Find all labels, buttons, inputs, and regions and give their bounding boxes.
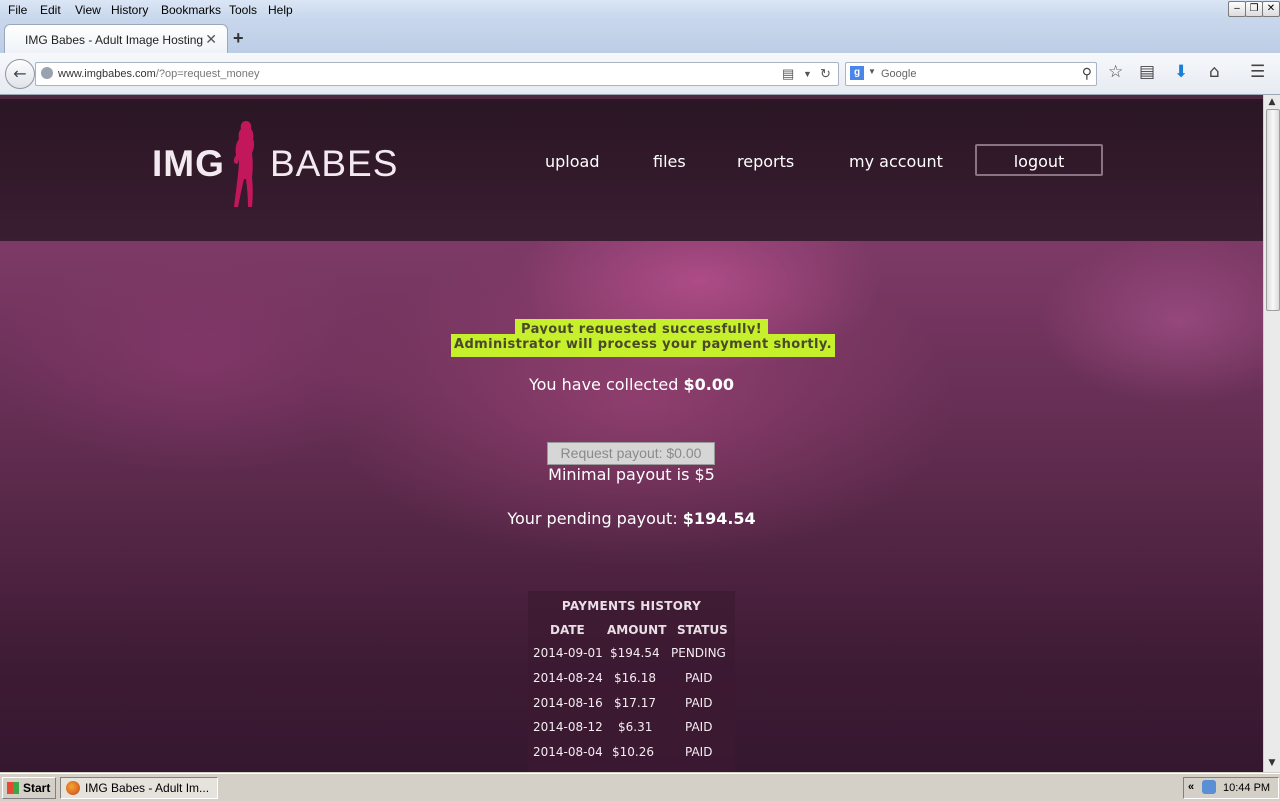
clock: 10:44 PM: [1223, 782, 1271, 794]
search-placeholder: Google: [881, 68, 917, 80]
table-row-date: 2014-08-16: [533, 696, 603, 710]
scroll-up-icon[interactable]: ▲: [1266, 96, 1278, 108]
payments-history-title: PAYMENTS HISTORY: [561, 599, 702, 613]
nav-my-account[interactable]: my account: [849, 152, 943, 171]
minimize-icon[interactable]: –: [1228, 1, 1246, 17]
tab-title: IMG Babes - Adult Image Hosting: [25, 33, 204, 47]
restore-icon[interactable]: ❐: [1245, 1, 1263, 17]
url-bar[interactable]: www.imgbabes.com/?op=request_money ▤ ▼ ↻: [35, 62, 839, 86]
table-row-date: 2014-08-24: [533, 671, 603, 685]
menu-history[interactable]: History: [111, 3, 148, 17]
table-row-status: PENDING: [671, 646, 726, 660]
new-tab-icon[interactable]: +: [233, 28, 244, 49]
table-row-amount: $6.31: [618, 720, 653, 734]
site-header: IMG BABES upload files reports my accoun…: [0, 95, 1263, 245]
downloads-icon[interactable]: ⬇: [1174, 62, 1188, 82]
start-label: Start: [23, 781, 51, 795]
nav-reports[interactable]: reports: [737, 152, 794, 171]
close-window-icon[interactable]: ✕: [1262, 1, 1280, 17]
search-bar[interactable]: g ▼ Google ⚲: [845, 62, 1097, 86]
logo-text-babes: BABES: [270, 143, 399, 184]
bookmarks-list-icon[interactable]: ▤: [1139, 62, 1155, 82]
search-engine-dropdown-icon[interactable]: ▼: [868, 67, 876, 76]
table-row-amount: $17.17: [614, 696, 656, 710]
success-message-line2: Administrator will process your payment …: [451, 334, 835, 357]
taskbar-item-label: IMG Babes - Adult Im...: [85, 781, 210, 795]
taskbar: Start IMG Babes - Adult Im... « 10:44 PM: [0, 773, 1280, 801]
network-icon[interactable]: [1202, 780, 1216, 794]
nav-files[interactable]: files: [653, 152, 686, 171]
logout-button[interactable]: logout: [975, 144, 1103, 176]
logo-text-img: IMG: [152, 143, 225, 184]
web-page: IMG BABES upload files reports my accoun…: [0, 95, 1263, 772]
menu-edit[interactable]: Edit: [40, 3, 61, 17]
payments-history-table: PAYMENTS HISTORY DATE AMOUNT STATUS 2014…: [528, 591, 735, 772]
scrollbar-thumb[interactable]: [1266, 109, 1280, 311]
home-icon[interactable]: ⌂: [1209, 62, 1220, 82]
browser-tab[interactable]: IMG Babes - Adult Image Hosting ✕: [4, 24, 228, 54]
menu-view[interactable]: View: [75, 3, 101, 17]
menu-file[interactable]: File: [8, 3, 27, 17]
navigation-toolbar: ← www.imgbabes.com/?op=request_money ▤ ▼…: [0, 53, 1280, 95]
table-row-status: PAID: [685, 720, 713, 734]
collected-label: You have collected: [528, 375, 684, 394]
table-row-status: PAID: [685, 671, 713, 685]
logout-label: logout: [1013, 152, 1065, 171]
history-dropdown-icon[interactable]: ▼: [803, 69, 812, 79]
globe-icon: [41, 67, 53, 79]
reload-icon[interactable]: ↻: [820, 66, 831, 82]
payout-content: Payout requested successfully! Administr…: [0, 241, 1263, 772]
collected-amount: $0.00: [683, 375, 735, 394]
request-payout-button[interactable]: Request payout: $0.00: [547, 442, 715, 465]
site-logo[interactable]: IMG BABES: [152, 119, 397, 209]
back-icon[interactable]: ←: [5, 59, 35, 89]
column-header-date: DATE: [550, 623, 585, 637]
taskbar-item-firefox[interactable]: IMG Babes - Adult Im...: [60, 777, 218, 799]
search-icon[interactable]: ⚲: [1082, 65, 1092, 82]
start-button[interactable]: Start: [2, 777, 56, 799]
tab-close-icon[interactable]: ✕: [205, 31, 217, 48]
pending-amount: $194.54: [682, 509, 756, 528]
menu-tools[interactable]: Tools: [229, 3, 257, 17]
tab-strip: IMG Babes - Adult Image Hosting ✕: [0, 20, 1280, 54]
table-row-amount: $10.26: [612, 745, 654, 759]
scroll-down-icon[interactable]: ▼: [1266, 757, 1278, 769]
table-row-status: PAID: [685, 745, 713, 759]
pending-line: Your pending payout: $194.54: [0, 509, 1263, 528]
collected-line: You have collected $0.00: [0, 375, 1263, 394]
column-header-amount: AMOUNT: [607, 623, 667, 637]
nav-upload[interactable]: upload: [545, 152, 600, 171]
silhouette-logo-icon: [233, 121, 255, 207]
menu-help[interactable]: Help: [268, 3, 293, 17]
bookmark-star-icon[interactable]: ☆: [1108, 62, 1123, 82]
tray-expand-icon[interactable]: «: [1188, 781, 1194, 793]
url-path: /?op=request_money: [155, 68, 260, 80]
pending-label: Your pending payout:: [507, 509, 683, 528]
table-row-date: 2014-09-01: [533, 646, 603, 660]
google-icon[interactable]: g: [850, 66, 864, 80]
menu-bar: File Edit View History Bookmarks Tools H…: [0, 0, 1280, 20]
reader-icon[interactable]: ▤: [782, 66, 794, 82]
menu-bookmarks[interactable]: Bookmarks: [161, 3, 221, 17]
table-row-amount: $16.18: [614, 671, 656, 685]
column-header-status: STATUS: [677, 623, 728, 637]
firefox-icon: [66, 781, 80, 795]
url-text: www.imgbabes.com/?op=request_money: [58, 68, 260, 80]
table-row-date: 2014-08-04: [533, 745, 603, 759]
page-scrollbar[interactable]: ▲ ▼: [1263, 95, 1280, 772]
table-row-amount: $194.54: [610, 646, 660, 660]
minimal-payout-text: Minimal payout is $5: [548, 465, 715, 484]
table-row-status: PAID: [685, 696, 713, 710]
table-row-date: 2014-08-12: [533, 720, 603, 734]
system-tray: « 10:44 PM: [1183, 777, 1279, 799]
url-host: www.imgbabes.com: [58, 68, 156, 80]
menu-icon[interactable]: ☰: [1250, 62, 1265, 82]
windows-logo-icon: [7, 782, 19, 794]
